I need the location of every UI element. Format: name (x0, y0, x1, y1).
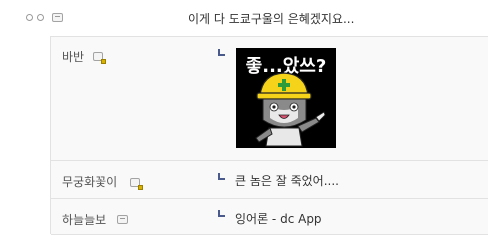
cat-sticker-image: 좋...았쓰? (236, 48, 336, 148)
reply-text: 큰 놈은 잘 죽었어.... (235, 174, 339, 188)
member-icon (117, 215, 128, 224)
comment-row: 이게 다 도쿄구울의 은혜겠지요... (0, 0, 488, 36)
reply-nickname[interactable]: 무궁화꽃이 (62, 173, 117, 190)
reply-arrow-icon (218, 173, 225, 180)
fixed-member-icon (130, 178, 143, 190)
reply-nickname[interactable]: 바반 (62, 48, 84, 65)
fixed-member-icon (93, 52, 106, 64)
reply-item: 무궁화꽃이 큰 놈은 잘 죽었어.... (51, 161, 488, 199)
cat-worker-icon (255, 72, 326, 147)
bullet-icon (26, 14, 33, 21)
reply-arrow-icon (218, 49, 225, 56)
reply-list: 바반 좋...았쓰? 무궁화꽃이 큰 놈은 잘 죽었어.... 하늘늘보 잉어론… (50, 36, 488, 235)
reply-item: 하늘늘보 잉어론 - dc App (51, 199, 488, 235)
comment-thread: 이게 다 도쿄구울의 은혜겠지요... 바반 좋...았쓰? 무궁화꽃이 큰 놈… (0, 0, 488, 242)
reply-text: 잉어론 - dc App (235, 212, 322, 226)
reply-arrow-icon (218, 210, 225, 217)
bullet-icon (37, 14, 44, 21)
reply-item: 바반 좋...았쓰? (51, 37, 488, 161)
comment-text: 이게 다 도쿄구울의 은혜겠지요... (188, 12, 355, 26)
member-icon (52, 13, 63, 22)
reply-nickname[interactable]: 하늘늘보 (62, 211, 106, 228)
